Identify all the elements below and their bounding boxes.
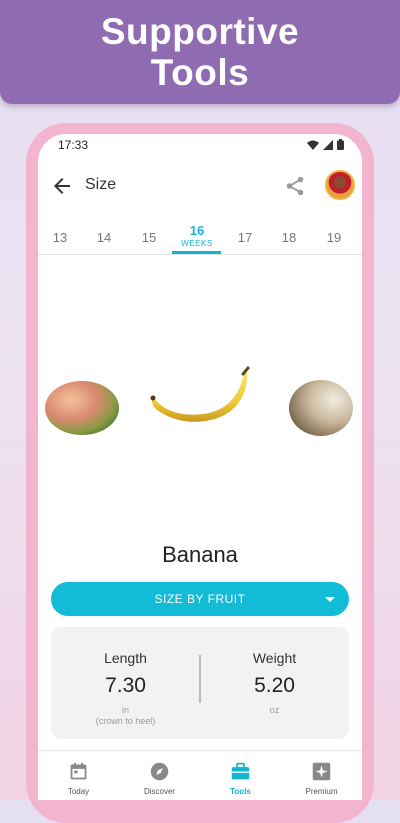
avatar[interactable] bbox=[325, 170, 355, 200]
selected-week-number: 16 bbox=[189, 223, 205, 238]
tab-premium-label: Premium bbox=[305, 787, 338, 796]
dropdown-label: SIZE BY FRUIT bbox=[154, 592, 246, 606]
tab-today-label: Today bbox=[67, 787, 90, 796]
week-selector: 13 14 15 16 WEEKS 17 18 19 bbox=[38, 220, 362, 255]
bottom-nav: Today Discover Tools Premium bbox=[38, 750, 362, 800]
plus-square-icon bbox=[312, 762, 331, 781]
status-time: 17:33 bbox=[58, 138, 89, 152]
size-by-fruit-dropdown[interactable]: SIZE BY FRUIT bbox=[51, 582, 349, 616]
weight-label: Weight bbox=[252, 650, 297, 666]
tab-premium[interactable]: Premium bbox=[281, 751, 362, 800]
length-unit: in bbox=[121, 705, 129, 715]
tab-discover[interactable]: Discover bbox=[119, 751, 200, 800]
status-bar: 17:33 bbox=[38, 134, 362, 158]
week-indicator bbox=[172, 251, 221, 254]
cellular-icon bbox=[323, 139, 333, 150]
week-16-selected[interactable]: 16 WEEKS bbox=[181, 223, 212, 248]
app-screen: 17:33 Size 13 14 15 16 WEEKS 17 18 19 Ba… bbox=[38, 134, 362, 800]
calendar-icon bbox=[70, 762, 87, 780]
toolbox-icon bbox=[231, 762, 250, 780]
selected-week-caption: WEEKS bbox=[181, 239, 213, 248]
promo-banner: Supportive Tools bbox=[0, 0, 400, 104]
status-icons bbox=[307, 139, 344, 150]
tab-discover-label: Discover bbox=[143, 787, 176, 796]
week-15[interactable]: 15 bbox=[142, 230, 156, 245]
share-icon[interactable] bbox=[284, 175, 306, 197]
arrow-left-icon[interactable] bbox=[50, 174, 74, 198]
week-18[interactable]: 18 bbox=[282, 230, 296, 245]
wifi-icon bbox=[307, 140, 319, 150]
caret-down-icon bbox=[325, 597, 335, 602]
fruit-name: Banana bbox=[162, 542, 238, 567]
app-bar: Size bbox=[38, 164, 362, 208]
banana-image[interactable] bbox=[148, 366, 250, 424]
length-value: 7.30 bbox=[105, 674, 146, 697]
mango-image[interactable] bbox=[44, 376, 120, 438]
week-14[interactable]: 14 bbox=[97, 230, 111, 245]
measurements-card: Length 7.30 in (crown to heel) Weight 5.… bbox=[51, 627, 349, 739]
week-19[interactable]: 19 bbox=[327, 230, 341, 245]
tab-tools[interactable]: Tools bbox=[200, 751, 281, 800]
weight-unit: oz bbox=[269, 705, 280, 715]
length-note: (crown to heel) bbox=[95, 716, 156, 726]
tab-today[interactable]: Today bbox=[38, 751, 119, 800]
compass-icon bbox=[150, 762, 169, 781]
length-label: Length bbox=[104, 650, 147, 666]
battery-icon bbox=[337, 139, 344, 150]
coconut-image[interactable] bbox=[288, 378, 354, 438]
week-13[interactable]: 13 bbox=[53, 230, 67, 245]
banner-title: Supportive Tools bbox=[100, 11, 300, 93]
tab-tools-label: Tools bbox=[230, 787, 251, 796]
page-title: Size bbox=[85, 176, 117, 193]
week-17[interactable]: 17 bbox=[238, 230, 252, 245]
weight-value: 5.20 bbox=[254, 674, 295, 697]
